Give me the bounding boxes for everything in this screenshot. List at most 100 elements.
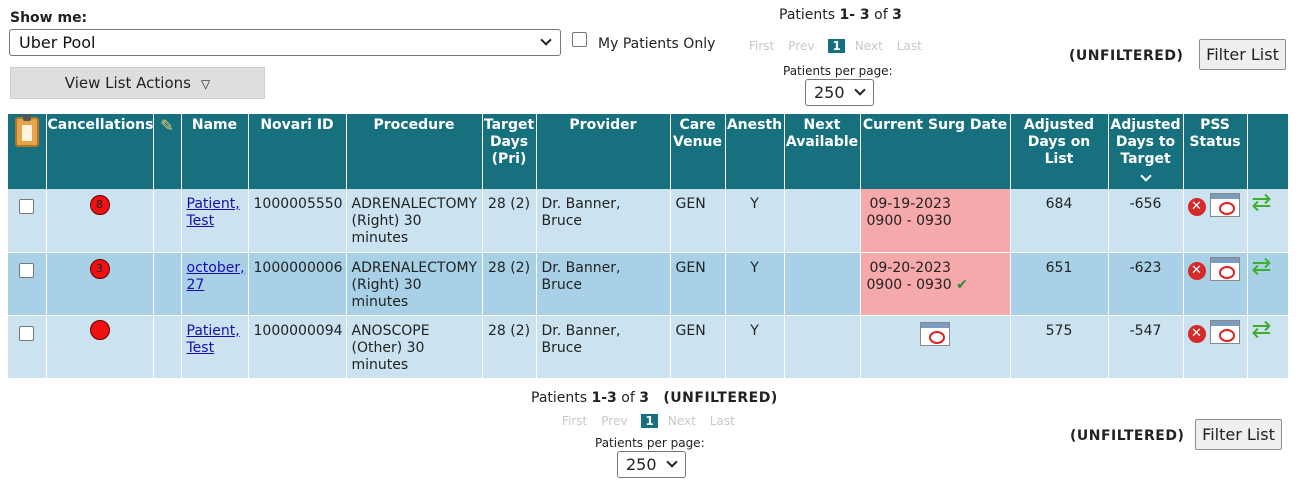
col-care-venue[interactable]: Care Venue xyxy=(670,114,726,189)
col-anesth[interactable]: Anesth xyxy=(725,114,785,189)
patient-name-link[interactable]: Patient, Test xyxy=(187,323,240,356)
attachment-cell xyxy=(153,252,182,316)
name-line1: Patient, xyxy=(186,196,240,212)
pss-status-cell: ✕ xyxy=(1183,252,1248,316)
pager-of: of xyxy=(616,390,640,406)
cancellations-cell: 8 xyxy=(46,189,154,253)
transfer-arrow-icon[interactable]: ⇄ xyxy=(1252,317,1272,341)
surg-time: 0900 - 0930 xyxy=(866,276,952,293)
col-cancellations[interactable]: Cancellations xyxy=(46,114,154,189)
attachment-cell xyxy=(153,315,182,379)
col-name[interactable]: Name xyxy=(181,114,249,189)
name-cell: Patient, Test xyxy=(181,189,249,253)
per-page-value: 250 xyxy=(814,83,845,102)
days-to-target-cell: -656 xyxy=(1108,189,1184,253)
pager-filter-status: (UNFILTERED) xyxy=(663,390,778,406)
target-cell: 28 (2) xyxy=(482,315,537,379)
pager-current-page[interactable]: 1 xyxy=(828,39,845,53)
schedule-calendar-icon[interactable] xyxy=(920,321,950,346)
surg-date-cell[interactable]: 09-19-2023 0900 - 0930 xyxy=(860,189,1011,253)
col-procedure[interactable]: Procedure xyxy=(346,114,483,189)
days-on-list-cell: 684 xyxy=(1010,189,1109,253)
pager-summary-top: Patients 1- 3 of 3 xyxy=(779,7,902,23)
my-patients-label: My Patients Only xyxy=(598,36,716,52)
surg-time-line: 0900 - 0930 ✔ xyxy=(867,277,1005,294)
paperclip-icon: ✎ xyxy=(160,116,174,135)
cancel-x-icon[interactable]: ✕ xyxy=(1187,261,1206,280)
col-provider[interactable]: Provider xyxy=(536,114,671,189)
pager-next[interactable]: Next xyxy=(855,39,883,53)
col-adjusted-days-to-target[interactable]: Adjusted Days to Target xyxy=(1108,114,1184,189)
filter-list-button-bottom[interactable]: Filter List xyxy=(1195,419,1282,450)
col-attachments: ✎ xyxy=(153,114,182,189)
surg-time: 0900 - 0930 xyxy=(866,213,952,229)
row-checkbox[interactable] xyxy=(19,262,35,278)
pager-next[interactable]: Next xyxy=(668,414,696,428)
col-adjusted-days-on-list[interactable]: Adjusted Days on List xyxy=(1010,114,1109,189)
pager-first[interactable]: First xyxy=(562,414,587,428)
pager-prev[interactable]: Prev xyxy=(601,414,627,428)
next-available-cell xyxy=(784,189,861,253)
next-available-cell xyxy=(784,252,861,316)
pager-first[interactable]: First xyxy=(749,39,774,53)
name-line1: october, xyxy=(186,259,245,276)
venue-cell: GEN xyxy=(670,189,726,253)
next-available-cell xyxy=(784,315,861,379)
pager-current-page[interactable]: 1 xyxy=(641,414,658,428)
pager-last[interactable]: Last xyxy=(710,414,735,428)
filter-list-button-top[interactable]: Filter List xyxy=(1199,39,1286,70)
col-novari-id[interactable]: Novari ID xyxy=(248,114,347,189)
table-row: 3 october, 27 1000000006 ADRENALECTOMY (R… xyxy=(8,252,1289,316)
chevron-down-icon xyxy=(854,84,866,96)
calendar-icon[interactable] xyxy=(1209,193,1240,217)
table-row: 8 Patient, Test 1000005550 ADRENALECTOMY … xyxy=(8,189,1289,253)
checkmark-icon: ✔ xyxy=(956,276,968,293)
pager-of: of xyxy=(869,7,893,23)
per-page-select-top[interactable]: 250 xyxy=(805,79,874,106)
row-checkbox[interactable] xyxy=(19,325,35,341)
sort-chevron-down-icon xyxy=(1139,170,1152,182)
row-select-cell xyxy=(8,189,47,253)
pager-last[interactable]: Last xyxy=(897,39,922,53)
cancel-x-icon[interactable]: ✕ xyxy=(1187,324,1206,343)
anesth-cell: Y xyxy=(725,315,785,379)
pager-prefix: Patients xyxy=(531,390,592,406)
pager-prev[interactable]: Prev xyxy=(788,39,814,53)
calendar-icon[interactable] xyxy=(1209,256,1240,281)
cancellation-count-badge[interactable]: 3 xyxy=(89,258,110,279)
col-next-available[interactable]: Next Available xyxy=(784,114,861,189)
action-cell: ⇄ xyxy=(1247,189,1289,253)
col-clipboard[interactable] xyxy=(8,114,47,189)
pss-status-cell: ✕ xyxy=(1183,315,1248,379)
show-me-label: Show me: xyxy=(10,10,88,26)
transfer-arrow-icon[interactable]: ⇄ xyxy=(1252,254,1272,278)
list-select[interactable]: Uber Pool xyxy=(9,29,561,56)
provider-cell: Dr. Banner, Bruce xyxy=(536,252,671,316)
days-on-list-cell: 575 xyxy=(1010,315,1109,379)
cancellation-count-badge[interactable]: 8 xyxy=(89,195,110,215)
patient-table: Cancellations ✎ Name Novari ID Procedure… xyxy=(8,114,1289,379)
calendar-icon[interactable] xyxy=(1209,319,1240,344)
view-list-actions-button[interactable]: View List Actions ▽ xyxy=(10,67,265,99)
row-checkbox[interactable] xyxy=(19,199,35,214)
cancellation-indicator[interactable] xyxy=(89,319,110,340)
my-patients-checkbox[interactable] xyxy=(572,32,587,47)
per-page-value: 250 xyxy=(626,455,657,474)
row-select-cell xyxy=(8,252,47,316)
row-select-cell xyxy=(8,315,47,379)
col-pss-status[interactable]: PSS Status xyxy=(1183,114,1248,189)
clipboard-icon xyxy=(14,115,39,147)
provider-cell: Dr. Banner, Bruce xyxy=(536,189,671,253)
col-current-surg-date[interactable]: Current Surg Date xyxy=(860,114,1011,189)
patient-name-link[interactable]: Patient, Test xyxy=(187,196,240,229)
transfer-arrow-icon[interactable]: ⇄ xyxy=(1252,190,1272,214)
per-page-select-bottom[interactable]: 250 xyxy=(617,451,686,478)
pager-range: 1-3 xyxy=(591,390,617,406)
surg-date-cell[interactable]: 09-20-2023 0900 - 0930 ✔ xyxy=(860,252,1011,316)
cancel-x-icon[interactable]: ✕ xyxy=(1187,198,1206,216)
pager-prefix: Patients xyxy=(779,7,840,23)
col-target-days[interactable]: Target Days (Pri) xyxy=(482,114,537,189)
pager-bottom: First Prev 1 Next Last xyxy=(562,414,749,428)
pss-status-cell: ✕ xyxy=(1183,189,1248,253)
patient-name-link[interactable]: october, 27 xyxy=(187,260,245,293)
